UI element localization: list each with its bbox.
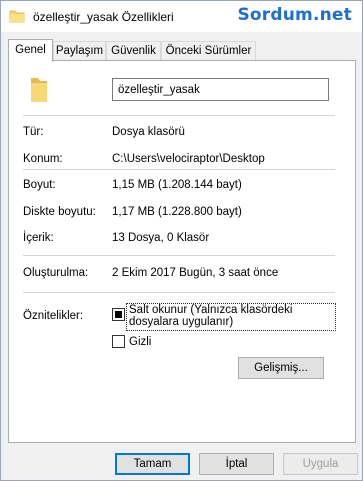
type-value: Dosya klasörü: [112, 126, 185, 138]
divider: [23, 115, 335, 116]
created-value: 2 Ekim 2017 Bugün, 3 saat önce: [112, 267, 279, 279]
folder-icon: [9, 10, 25, 23]
tab-sharing[interactable]: Paylaşım: [53, 41, 106, 61]
readonly-checkbox[interactable]: [112, 308, 125, 321]
tab-security[interactable]: Güvenlik: [106, 41, 161, 61]
hidden-checkbox[interactable]: [112, 335, 125, 348]
tab-previous-versions[interactable]: Önceki Sürümler: [161, 41, 256, 61]
title-bar[interactable]: özelleştir_yasak Özellikleri Sordum.net: [1, 1, 362, 32]
watermark-logo: Sordum.net: [237, 5, 352, 25]
disk-size-value: 1,17 MB (1.228.800 bayt): [112, 206, 242, 218]
size-label: Boyut:: [23, 179, 56, 191]
advanced-button[interactable]: Gelişmiş...: [238, 357, 324, 379]
divider: [23, 169, 335, 170]
type-label: Tür:: [23, 126, 44, 138]
properties-window: özelleştir_yasak Özellikleri Sordum.net …: [0, 0, 363, 481]
general-panel: [8, 60, 356, 443]
cancel-button[interactable]: İptal: [199, 453, 274, 475]
divider: [23, 292, 335, 293]
tab-general[interactable]: Genel: [8, 39, 53, 62]
ok-button[interactable]: Tamam: [115, 453, 190, 475]
contents-label: İçerik:: [23, 232, 54, 244]
window-title: özelleştir_yasak Özellikleri: [33, 10, 174, 24]
apply-button[interactable]: Uygula: [283, 453, 358, 475]
disk-size-label: Diskte boyutu:: [23, 206, 96, 218]
readonly-label[interactable]: Salt okunur (Yalnızca klasördeki dosyala…: [129, 304, 333, 328]
location-label: Konum:: [23, 153, 63, 165]
folder-name-input[interactable]: [112, 78, 329, 101]
attributes-label: Öznitelikler:: [23, 310, 84, 322]
size-value: 1,15 MB (1.208.144 bayt): [112, 179, 242, 191]
contents-value: 13 Dosya, 0 Klasör: [112, 232, 210, 244]
location-value: C:\Users\velociraptor\Desktop: [112, 153, 265, 165]
hidden-label[interactable]: Gizli: [129, 336, 151, 348]
folder-large-icon: [29, 77, 49, 103]
created-label: Oluşturulma:: [23, 267, 89, 279]
divider: [23, 255, 335, 256]
